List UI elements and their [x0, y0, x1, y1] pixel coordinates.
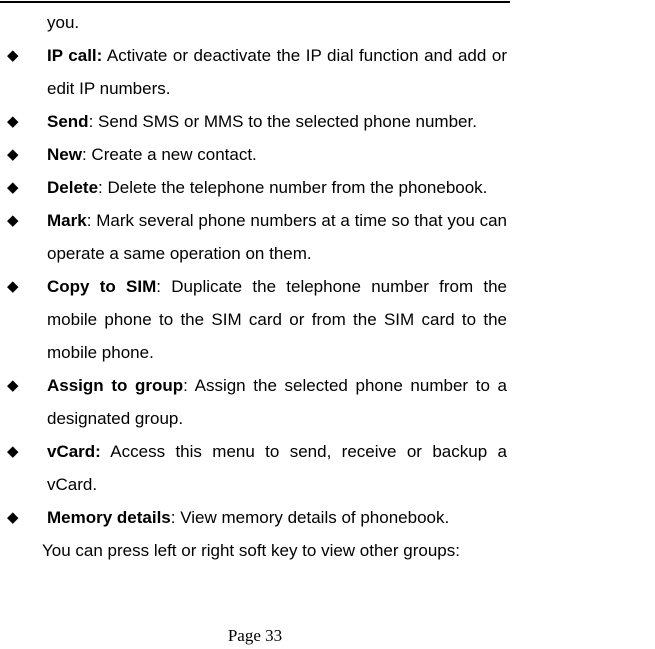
diamond-bullet-icon: ◆ [7, 443, 19, 460]
list-item-term: New [47, 145, 82, 164]
list-item-term: Send [47, 112, 89, 131]
list-item: ◆ Delete: Delete the telephone number fr… [0, 171, 655, 204]
list-item: ◆ Mark: Mark several phone numbers at a … [0, 204, 655, 270]
list-item-description: : Mark several phone numbers at a time s… [47, 211, 507, 263]
list-item-term: IP call: [47, 46, 103, 65]
list-item-term: Assign to group [47, 376, 184, 395]
list-item: ◆ Assign to group: Assign the selected p… [0, 369, 655, 435]
list-item: ◆ Send: Send SMS or MMS to the selected … [0, 105, 655, 138]
list-item: ◆ New: Create a new contact. [0, 138, 655, 171]
diamond-bullet-icon: ◆ [7, 278, 19, 295]
list-item-term: Mark [47, 211, 87, 230]
list-item: ◆ vCard: Access this menu to send, recei… [0, 435, 655, 501]
header-rule [0, 1, 510, 3]
feature-bullet-list: ◆ IP call: Activate or deactivate the IP… [0, 39, 655, 534]
diamond-bullet-icon: ◆ [7, 377, 19, 394]
list-item-description: : Delete the telephone number from the p… [98, 178, 488, 197]
list-item: ◆ IP call: Activate or deactivate the IP… [0, 39, 655, 105]
continuation-paragraph: you. [47, 13, 80, 32]
diamond-bullet-icon: ◆ [7, 113, 19, 130]
diamond-bullet-icon: ◆ [7, 47, 19, 64]
list-item-description: : View memory details of phonebook. [170, 508, 450, 527]
document-page: you. ◆ IP call: Activate or deactivate t… [0, 0, 655, 649]
list-item-term: Memory details [47, 508, 171, 527]
list-item: ◆ Copy to SIM: Duplicate the telephone n… [0, 270, 655, 369]
closing-paragraph: You can press left or right soft key to … [42, 541, 460, 560]
diamond-bullet-icon: ◆ [7, 212, 19, 229]
list-item-description: : Send SMS or MMS to the selected phone … [88, 112, 477, 131]
list-item-description: Access this menu to send, receive or bac… [47, 442, 507, 494]
list-item-description: : Create a new contact. [81, 145, 257, 164]
list-item-description: Activate or deactivate the IP dial funct… [47, 46, 507, 98]
page-number-footer: Page 33 [227, 626, 283, 645]
list-item-term: vCard: [47, 442, 101, 461]
page-content: you. ◆ IP call: Activate or deactivate t… [0, 6, 655, 567]
diamond-bullet-icon: ◆ [7, 509, 19, 526]
list-item-term: Delete [47, 178, 99, 197]
list-item-term: Copy to SIM [47, 277, 157, 296]
diamond-bullet-icon: ◆ [7, 146, 19, 163]
list-item: ◆ Memory details: View memory details of… [0, 501, 655, 534]
diamond-bullet-icon: ◆ [7, 179, 19, 196]
